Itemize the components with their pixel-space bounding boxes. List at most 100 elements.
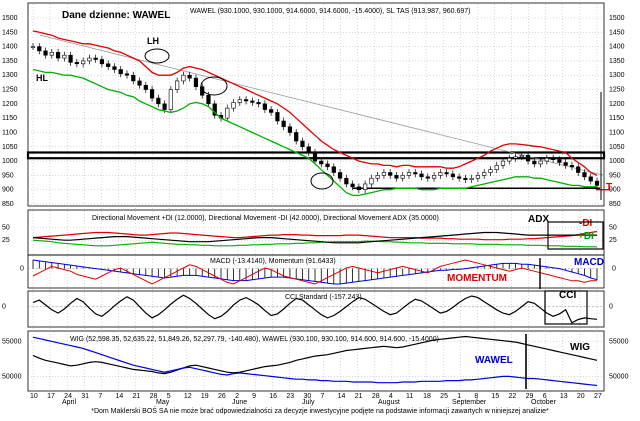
price-candle-body xyxy=(582,172,587,178)
adx-left-tick: 50 xyxy=(2,224,10,231)
price-candle-body xyxy=(519,155,524,158)
price-candle-body xyxy=(576,166,581,173)
grid-layer xyxy=(28,4,604,390)
price-right-tick: 1000 xyxy=(609,158,625,165)
day-tick-label: 13 xyxy=(560,393,568,400)
day-tick-label: 15 xyxy=(491,393,499,400)
price-header: WAWEL (930.1000, 930.1000, 914.6000, 914… xyxy=(190,8,470,15)
price-candle-body xyxy=(275,112,280,122)
downtrend-line xyxy=(39,34,605,176)
price-candle-body xyxy=(68,54,73,63)
price-candle-body xyxy=(55,52,61,59)
price-candle-body xyxy=(450,173,455,178)
price-candle-body xyxy=(431,175,437,179)
day-tick-label: 22 xyxy=(509,393,517,400)
adx-right-tick: 25 xyxy=(609,237,617,244)
price-candle-body xyxy=(500,160,506,166)
price-candle-body xyxy=(49,52,54,56)
annotation-hl: HL xyxy=(36,73,48,83)
day-tick-label: 27 xyxy=(594,393,602,400)
price-candle-body xyxy=(375,175,380,179)
price-candle-body xyxy=(294,132,299,142)
price-candle-body xyxy=(168,89,173,110)
adx-adx-line xyxy=(32,231,597,244)
price-candle-body xyxy=(525,155,531,162)
lower-band-line xyxy=(32,68,597,197)
price-candle-body xyxy=(400,175,405,179)
price-candle-body xyxy=(337,172,343,179)
day-tick-label: 31 xyxy=(81,393,89,400)
macd-right-tick: 0 xyxy=(612,266,616,273)
series-layer xyxy=(26,30,610,387)
price-candle-body xyxy=(569,165,575,168)
price-candle-body xyxy=(250,100,255,103)
day-tick-label: 21 xyxy=(355,393,363,400)
price-right-tick: 1350 xyxy=(609,58,625,65)
month-label-may: May xyxy=(156,399,170,406)
cci-header: CCI Standard (-157.243) xyxy=(285,294,362,301)
price-candle-body xyxy=(350,183,355,188)
price-left-tick: 1100 xyxy=(2,129,17,136)
price-candle-body xyxy=(588,176,593,182)
price-candle-body xyxy=(181,74,186,82)
price-candle-body xyxy=(438,172,443,176)
price-candle-body xyxy=(231,102,236,109)
price-left-tick: 1200 xyxy=(2,101,18,108)
price-candle-body xyxy=(287,126,293,133)
price-candle-body xyxy=(463,177,468,180)
day-tick-label: 11 xyxy=(406,393,413,400)
price-candle-body xyxy=(413,172,418,175)
price-candle-body xyxy=(162,103,167,110)
price-candle-body xyxy=(137,80,142,86)
price-right-tick: 1100 xyxy=(609,129,624,136)
price-candle-body xyxy=(551,157,556,160)
price-right-tick: 850 xyxy=(609,201,621,208)
price-right-tick: 1500 xyxy=(609,15,625,22)
price-candle-body xyxy=(482,172,487,176)
price-candle-body xyxy=(106,63,111,67)
wig-left-tick: 55000 xyxy=(2,338,22,345)
price-candle-body xyxy=(243,99,249,102)
price-candle-body xyxy=(306,146,311,153)
price-candle-body xyxy=(331,166,336,173)
price-candle-body xyxy=(475,175,481,179)
price-candle-body xyxy=(262,103,267,110)
price-right-tick: 1450 xyxy=(609,29,625,36)
price-left-tick: 850 xyxy=(2,201,14,208)
price-candle-body xyxy=(269,109,274,113)
price-candle-body xyxy=(81,60,86,65)
price-candle-body xyxy=(156,97,161,105)
price-left-tick: 1250 xyxy=(2,87,18,94)
chart-window: 10 17 24 31 7 14 21 28 5 12 19 26 2 9 16 23 30 7 14 21 28 4 11… xyxy=(0,0,640,421)
price-left-tick: 1000 xyxy=(2,158,18,165)
macd-label: MACD xyxy=(574,257,604,268)
price-candle-body xyxy=(469,177,474,180)
day-tick-label: 23 xyxy=(286,393,294,400)
adx-header: Directional Movement +DI (12.0000), Dire… xyxy=(92,215,439,222)
price-candle-body xyxy=(381,172,387,176)
price-candle-body xyxy=(394,175,399,179)
price-candle-body xyxy=(344,177,349,185)
price-candle-body xyxy=(488,169,493,173)
day-tick-label: 9 xyxy=(252,393,256,400)
month-label-august: August xyxy=(378,399,400,406)
price-candle-body xyxy=(369,177,374,185)
price-candle-body xyxy=(143,84,148,90)
month-label-june: June xyxy=(232,399,247,406)
price-candle-body xyxy=(149,89,155,99)
day-tick-label: 14 xyxy=(115,393,123,400)
price-left-tick: 1450 xyxy=(2,29,18,36)
technical-chart: 10 17 24 31 7 14 21 28 5 12 19 26 2 9 16 23 30 7 14 21 28 4 11… xyxy=(2,2,629,406)
price-candle-body xyxy=(544,157,549,162)
day-tick-label: 7 xyxy=(98,393,102,400)
price-candle-body xyxy=(43,50,48,56)
price-candle-body xyxy=(93,57,98,60)
price-candle-body xyxy=(74,62,79,65)
price-candle-body xyxy=(175,80,180,90)
price-candle-body xyxy=(325,163,330,168)
month-label-october: October xyxy=(531,399,557,406)
price-right-tick: 950 xyxy=(609,172,621,179)
adx-right-tick: 50 xyxy=(609,224,617,231)
macd-header: MACD (-13.4140), Momentum (91.6433) xyxy=(210,258,336,265)
momentum-label: MOMENTUM xyxy=(447,273,507,284)
